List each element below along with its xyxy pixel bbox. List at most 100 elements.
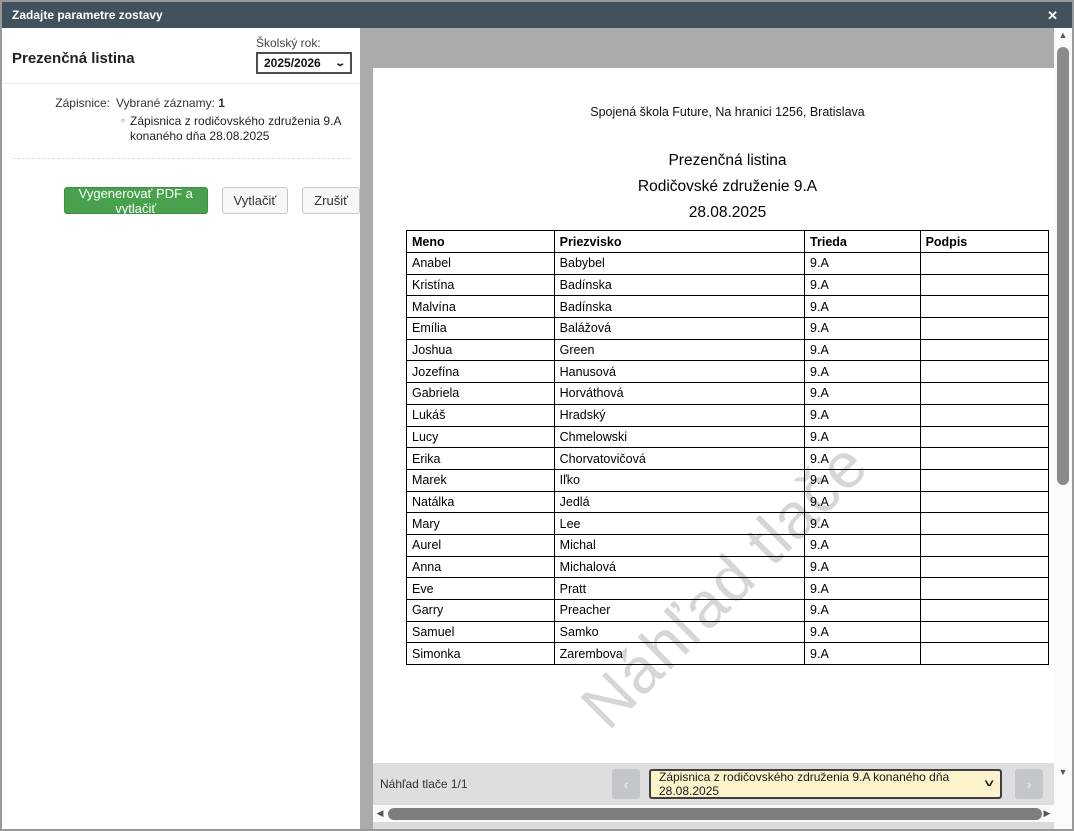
zapisnice-label: Zápisnice: <box>12 96 110 144</box>
table-row: GarryPreacher9.A <box>407 600 1049 622</box>
table-cell: 9.A <box>805 491 921 513</box>
table-cell <box>920 318 1048 340</box>
previous-page-button[interactable]: ‹ <box>612 769 640 799</box>
print-preview-area: Náhľad tlače Spojená škola Future, Na hr… <box>360 28 1054 829</box>
print-button[interactable]: Vytlačiť <box>222 187 289 214</box>
table-cell: 9.A <box>805 296 921 318</box>
table-cell: 9.A <box>805 426 921 448</box>
bullet-icon: ◦ <box>116 114 130 144</box>
table-cell: 9.A <box>805 643 921 665</box>
preview-table-header-row: MenoPriezviskoTriedaPodpis <box>407 231 1049 253</box>
table-cell: Anna <box>407 556 555 578</box>
table-cell: Samuel <box>407 621 555 643</box>
table-row: SamuelSamko9.A <box>407 621 1049 643</box>
chevron-down-icon: ⌄ <box>334 58 346 69</box>
table-cell: Hanusová <box>554 361 804 383</box>
table-cell: Joshua <box>407 339 555 361</box>
table-cell: Pratt <box>554 578 804 600</box>
document-select-value: Zápisnica z rodičovského združenia 9.A k… <box>659 770 980 798</box>
table-cell: 9.A <box>805 361 921 383</box>
scroll-left-icon[interactable]: ◀ <box>375 809 385 818</box>
selected-item-label: Zápisnica z rodičovského združenia 9.A k… <box>130 114 368 144</box>
next-page-button[interactable]: › <box>1015 769 1043 799</box>
table-cell: 9.A <box>805 339 921 361</box>
preview-footer-controls: ‹ Zápisnica z rodičovského združenia 9.A… <box>612 769 1043 799</box>
scroll-right-icon[interactable]: ▶ <box>1042 809 1052 818</box>
report-title: Prezenčná listina <box>12 50 135 67</box>
scroll-up-icon[interactable]: ▲ <box>1059 31 1068 43</box>
table-cell: Marek <box>407 469 555 491</box>
preview-table-body: AnabelBabybel9.AKristínaBadínska9.AMalví… <box>407 253 1049 665</box>
table-row: EmíliaBalážová9.A <box>407 318 1049 340</box>
table-cell: Kristína <box>407 274 555 296</box>
records-row: Zápisnice: Vybrané záznamy: 1 ◦ Zápisnic… <box>2 84 360 144</box>
table-cell <box>920 600 1048 622</box>
document-select[interactable]: Zápisnica z rodičovského združenia 9.A k… <box>649 769 1002 799</box>
table-cell: Lucy <box>407 426 555 448</box>
records-content: Vybrané záznamy: 1 ◦ Zápisnica z rodičov… <box>110 96 368 144</box>
table-cell <box>920 383 1048 405</box>
table-cell <box>920 296 1048 318</box>
document-title-line2: Rodičovské združenie 9.A <box>406 174 1049 200</box>
table-cell: Michal <box>554 534 804 556</box>
table-cell <box>920 578 1048 600</box>
table-cell: 9.A <box>805 556 921 578</box>
table-row: KristínaBadínska9.A <box>407 274 1049 296</box>
table-cell: 9.A <box>805 469 921 491</box>
horizontal-scrollbar[interactable]: ◀ ▶ <box>373 805 1054 822</box>
school-year-select[interactable]: 2025/2026 ⌄ <box>256 52 352 74</box>
preview-page-label: Náhľad tlače 1/1 <box>380 777 468 791</box>
dialog-titlebar: Zadajte parametre zostavy ✕ <box>2 2 1072 28</box>
document-title-line1: Prezenčná listina <box>406 148 1049 174</box>
preview-table: MenoPriezviskoTriedaPodpis AnabelBabybel… <box>406 230 1049 665</box>
table-cell <box>920 534 1048 556</box>
table-row: MaryLee9.A <box>407 513 1049 535</box>
scroll-down-icon[interactable]: ▼ <box>1059 768 1068 780</box>
column-header: Priezvisko <box>554 231 804 253</box>
vertical-scrollbar[interactable]: ▲ ▼ <box>1054 28 1072 829</box>
table-cell: Horváthová <box>554 383 804 405</box>
report-parameters-dialog: Zadajte parametre zostavy ✕ Prezenčná li… <box>0 0 1074 831</box>
table-cell: Badínska <box>554 274 804 296</box>
table-cell <box>920 361 1048 383</box>
table-row: NatálkaJedlá9.A <box>407 491 1049 513</box>
table-cell <box>920 253 1048 275</box>
table-row: MarekIľko9.A <box>407 469 1049 491</box>
table-row: MalvínaBadínska9.A <box>407 296 1049 318</box>
table-cell: Lukáš <box>407 404 555 426</box>
parameters-panel: Prezenčná listina Školský rok: 2025/2026… <box>2 28 360 829</box>
chevron-right-icon: › <box>1027 777 1031 792</box>
table-cell <box>920 513 1048 535</box>
table-cell: Jozefína <box>407 361 555 383</box>
table-cell: 9.A <box>805 274 921 296</box>
table-cell: Erika <box>407 448 555 470</box>
preview-page: Náhľad tlače Spojená škola Future, Na hr… <box>373 68 1054 763</box>
horizontal-scrollbar-thumb[interactable] <box>388 808 1042 820</box>
column-header: Podpis <box>920 231 1048 253</box>
table-cell <box>920 556 1048 578</box>
table-cell: Chmelowski <box>554 426 804 448</box>
close-icon[interactable]: ✕ <box>1043 7 1062 24</box>
bottom-strip <box>373 822 1054 829</box>
table-cell: Natálka <box>407 491 555 513</box>
chevron-down-icon: ˅ <box>984 778 994 790</box>
table-cell <box>920 621 1048 643</box>
table-cell: Iľko <box>554 469 804 491</box>
selected-records-label: Vybrané záznamy: <box>116 96 215 110</box>
school-year-value: 2025/2026 <box>264 56 321 70</box>
document-title-block: Prezenčná listina Rodičovské združenie 9… <box>406 148 1049 226</box>
table-row: LucyChmelowski9.A <box>407 426 1049 448</box>
table-row: JoshuaGreen9.A <box>407 339 1049 361</box>
table-row: JozefínaHanusová9.A <box>407 361 1049 383</box>
table-cell: Malvína <box>407 296 555 318</box>
table-cell: 9.A <box>805 513 921 535</box>
cancel-button[interactable]: Zrušiť <box>302 187 360 214</box>
selected-records-line: Vybrané záznamy: 1 <box>116 96 368 111</box>
table-cell: Simonka <box>407 643 555 665</box>
vertical-scrollbar-thumb[interactable] <box>1057 47 1069 485</box>
table-cell: Balážová <box>554 318 804 340</box>
table-cell: 9.A <box>805 600 921 622</box>
table-cell: 9.A <box>805 578 921 600</box>
generate-pdf-button[interactable]: Vygenerovať PDF a vytlačiť <box>64 187 208 214</box>
school-year-block: Školský rok: 2025/2026 ⌄ <box>256 36 352 74</box>
